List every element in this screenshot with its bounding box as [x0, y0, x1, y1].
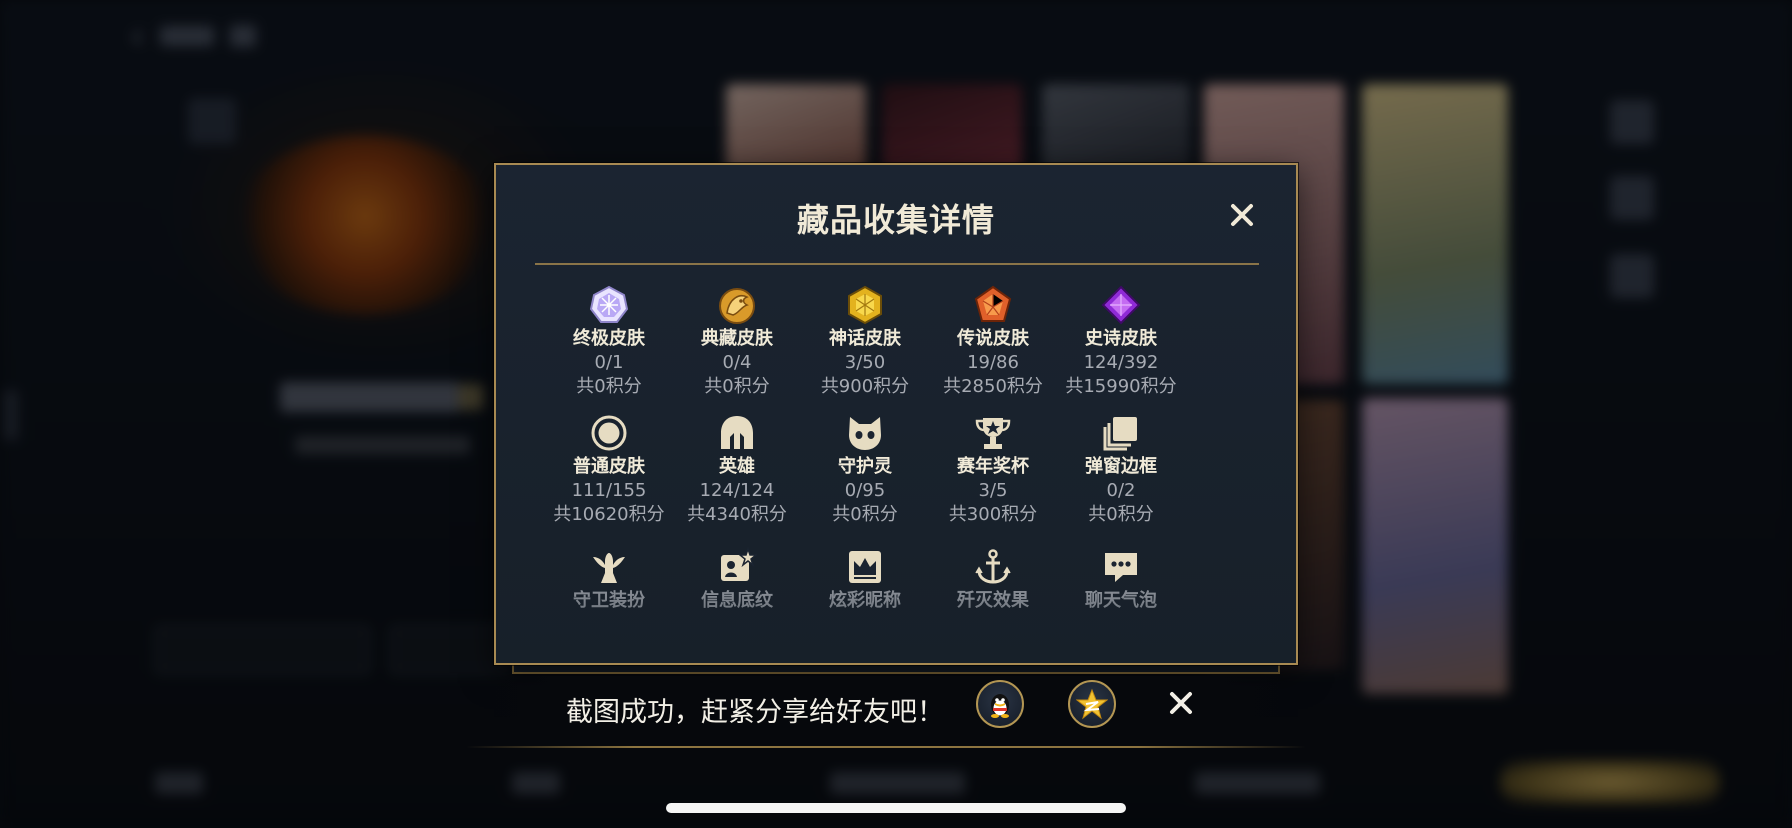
qq-penguin-icon — [991, 694, 1009, 718]
category-name: 普通皮肤 — [573, 456, 645, 477]
collection-item[interactable]: 赛年奖杯 3/5 共300积分 — [928, 413, 1058, 527]
category-name: 史诗皮肤 — [1085, 328, 1157, 349]
category-name: 终极皮肤 — [573, 328, 645, 349]
ultimate-skin-gem-icon — [589, 285, 629, 323]
mythic-skin-gem-icon — [848, 285, 882, 325]
normal-skin-ring-icon — [591, 415, 627, 451]
collection-details-modal: 藏品收集详情 终极皮肤 0/1 共0积分 典藏皮肤 0/4 共0积分 神话皮肤 … — [494, 163, 1298, 665]
close-button[interactable] — [1224, 197, 1260, 233]
category-count: 0/95 — [844, 480, 886, 501]
share-qzone-button[interactable] — [1068, 680, 1116, 728]
share-bar-divider — [466, 746, 1306, 748]
popup-frame-icon — [1103, 417, 1137, 451]
category-count: 0/4 — [722, 352, 752, 373]
category-count: 0/1 — [594, 352, 624, 373]
collection-item[interactable]: 歼灭效果 — [928, 547, 1058, 613]
category-name: 歼灭效果 — [957, 590, 1029, 611]
category-points: 共10620积分 — [553, 504, 665, 525]
category-points: 共0积分 — [576, 376, 642, 397]
collection-item[interactable]: 典藏皮肤 0/4 共0积分 — [672, 285, 802, 399]
collection-item[interactable]: 普通皮肤 111/155 共10620积分 — [544, 413, 674, 527]
kill-effect-icon — [975, 549, 1011, 584]
category-count: 0/2 — [1106, 480, 1136, 501]
category-count: 19/86 — [967, 352, 1019, 373]
share-qq-button[interactable] — [976, 680, 1024, 728]
category-points: 共0积分 — [704, 376, 770, 397]
hero-helmet-icon — [721, 416, 753, 449]
category-count: 111/155 — [571, 480, 647, 501]
collection-item[interactable]: 传说皮肤 19/86 共2850积分 — [928, 285, 1058, 399]
category-name: 守护灵 — [838, 456, 892, 477]
close-icon — [1231, 204, 1253, 226]
qzone-star-icon — [1076, 688, 1108, 720]
category-name: 聊天气泡 — [1085, 590, 1157, 611]
chat-bubble-icon — [1105, 553, 1137, 582]
legendary-skin-gem-icon — [974, 285, 1012, 322]
category-count: 124/392 — [1083, 352, 1159, 373]
category-points: 共900积分 — [820, 376, 910, 397]
title-divider — [535, 263, 1259, 265]
category-name: 赛年奖杯 — [957, 456, 1029, 477]
category-points: 共2850积分 — [943, 376, 1043, 397]
category-name: 弹窗边框 — [1085, 456, 1157, 477]
category-name: 典藏皮肤 — [701, 328, 773, 349]
modal-title: 藏品收集详情 — [796, 201, 995, 239]
close-icon — [1170, 692, 1192, 714]
category-name: 神话皮肤 — [829, 328, 901, 349]
category-count: 3/50 — [844, 352, 886, 373]
share-message: 截图成功，赶紧分享给好友吧！ — [566, 697, 944, 728]
category-count: 3/5 — [978, 480, 1008, 501]
profile-card-icon — [721, 547, 757, 581]
guardian-spirit-icon — [849, 417, 881, 450]
category-name: 信息底纹 — [701, 590, 773, 611]
epic-skin-gem-icon — [1101, 285, 1141, 325]
collection-item[interactable]: 守卫装扮 — [544, 547, 674, 613]
collection-item[interactable]: 神话皮肤 3/50 共900积分 — [800, 285, 930, 399]
collection-item[interactable]: 炫彩昵称 — [800, 547, 930, 613]
season-trophy-icon — [975, 418, 1011, 449]
colorful-nickname-icon — [849, 551, 881, 583]
collection-item[interactable]: 史诗皮肤 124/392 共15990积分 — [1056, 285, 1186, 399]
category-name: 炫彩昵称 — [829, 590, 901, 611]
category-count: 124/124 — [699, 480, 775, 501]
category-name: 传说皮肤 — [957, 328, 1029, 349]
collection-item[interactable]: 英雄 124/124 共4340积分 — [672, 413, 802, 527]
category-name: 英雄 — [719, 456, 755, 477]
ward-skin-icon — [593, 553, 625, 583]
collection-item[interactable]: 弹窗边框 0/2 共0积分 — [1056, 413, 1186, 527]
collection-item[interactable]: 聊天气泡 — [1056, 547, 1186, 613]
share-close-button[interactable] — [1166, 688, 1196, 718]
category-points: 共15990积分 — [1065, 376, 1177, 397]
collection-grid[interactable]: 终极皮肤 0/1 共0积分 典藏皮肤 0/4 共0积分 神话皮肤 3/50 共9… — [544, 285, 1208, 655]
category-points: 共300积分 — [948, 504, 1038, 525]
collection-item[interactable]: 信息底纹 — [672, 547, 802, 613]
category-points: 共0积分 — [1088, 504, 1154, 525]
category-name: 守卫装扮 — [573, 590, 645, 611]
category-points: 共0积分 — [832, 504, 898, 525]
collection-item[interactable]: 守护灵 0/95 共0积分 — [800, 413, 930, 527]
collector-skin-dragon-icon — [719, 288, 755, 324]
collection-item[interactable]: 终极皮肤 0/1 共0积分 — [544, 285, 674, 399]
home-indicator[interactable] — [666, 803, 1126, 813]
category-points: 共4340积分 — [687, 504, 787, 525]
